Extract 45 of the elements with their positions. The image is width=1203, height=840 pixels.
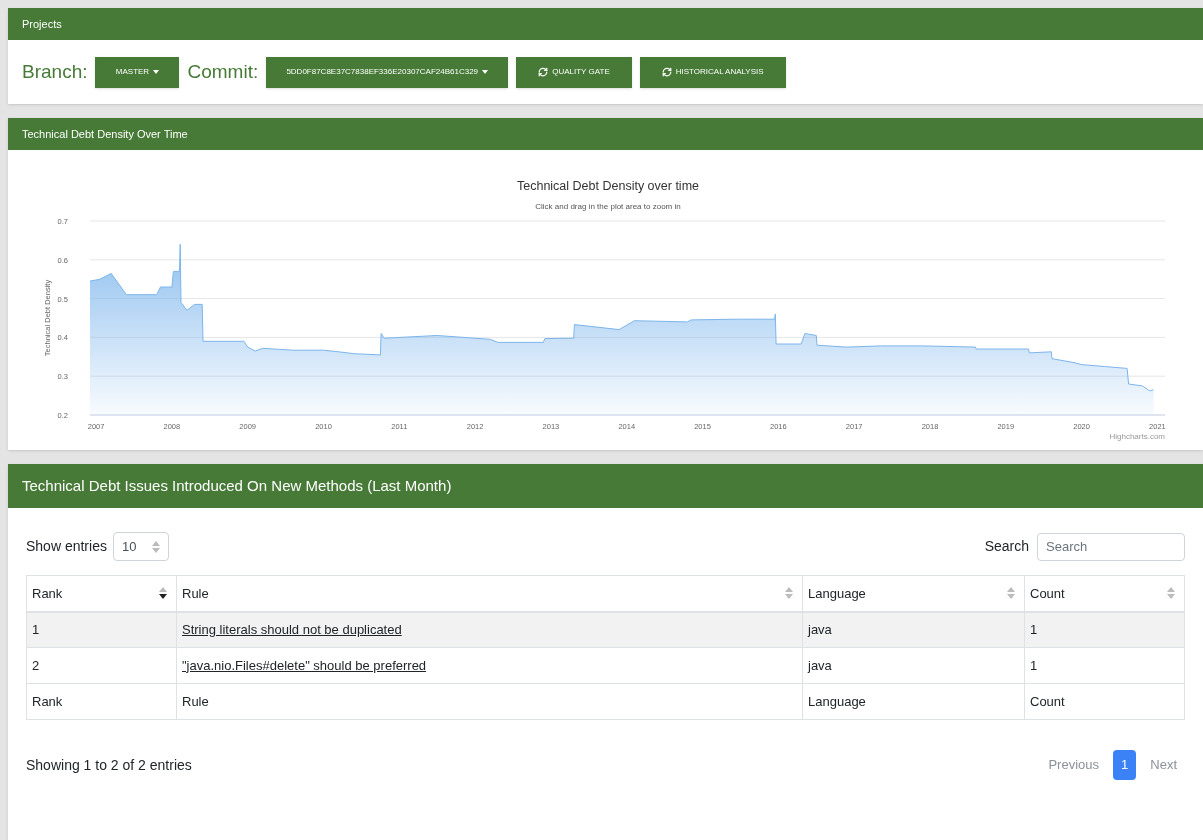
rule-link[interactable]: String literals should not be duplicated [182, 622, 402, 637]
column-header[interactable]: Count [1024, 575, 1185, 612]
commit-label: Commit: [187, 59, 259, 84]
show-entries-label: Show entries [26, 537, 107, 556]
table-cell: java [802, 611, 1025, 648]
column-header[interactable]: Rank [26, 575, 177, 612]
rule-link[interactable]: "java.nio.Files#delete" should be preferred [182, 657, 427, 673]
chart-subtitle: Click and drag in the plot area to zoom in [535, 202, 681, 211]
chart-title: Technical Debt Density over time [517, 179, 699, 193]
panel-title: Technical Debt Issues Introduced On New Methods (Last Month) [22, 475, 452, 496]
table-cell: java [802, 647, 1025, 684]
sort-icon [785, 587, 793, 600]
sort-icon [151, 540, 160, 553]
table-cell: 1 [1024, 647, 1185, 684]
caret-icon [153, 70, 160, 74]
table-info: Showing 1 to 2 of 2 entries [26, 755, 192, 775]
column-footer: Rank [26, 683, 177, 720]
column-footer: Rule [176, 683, 803, 720]
sort-icon [1167, 587, 1175, 600]
refresh-button[interactable]: HISTORICAL ANALYSIS [639, 56, 786, 88]
refresh-icon [538, 67, 549, 77]
table-row[interactable]: 1 String literals should not be duplicated java 1 [26, 611, 1185, 648]
column-footer: Count [1024, 683, 1185, 720]
table-row[interactable]: 2 "java.nio.Files#delete" should be preferred java 1 [26, 647, 1185, 684]
column-header[interactable]: Rule [176, 575, 803, 612]
branch-dropdown[interactable]: MASTER [95, 56, 180, 88]
panel-title: Technical Debt Density Over Time [22, 126, 188, 142]
search-field[interactable]: Search [1037, 532, 1185, 561]
panel-title: Projects [22, 16, 62, 32]
refresh-icon [661, 67, 672, 77]
branch-label: Branch: [22, 59, 88, 84]
sort-icon [1007, 587, 1015, 600]
page-size-select[interactable]: 10 [112, 532, 169, 561]
search-label: Search [984, 537, 1029, 556]
column-footer: Language [802, 683, 1025, 720]
chart-credit: Highcharts.com [1109, 432, 1165, 441]
table-cell: 2 [26, 647, 177, 684]
commit-dropdown[interactable]: 5DD0F87C8E37C7838EF336E20307CAF24B61C329 [266, 56, 509, 88]
column-header[interactable]: Language [802, 575, 1025, 612]
sort-icon [159, 587, 167, 600]
pagination-button[interactable]: 1 [1113, 750, 1137, 780]
refresh-button[interactable]: QUALITY GATE [516, 56, 632, 88]
table-cell: 1 [1024, 611, 1185, 648]
caret-icon [482, 70, 489, 74]
table-cell: 1 [26, 611, 177, 648]
